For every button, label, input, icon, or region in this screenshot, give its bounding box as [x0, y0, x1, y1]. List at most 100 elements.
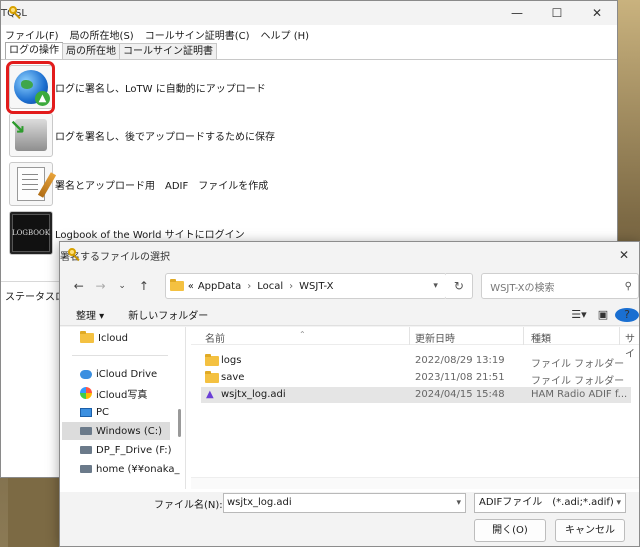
nav-item-icloud-drive[interactable]: iCloud Drive [80, 365, 157, 383]
file-row-selected[interactable]: ▲ wsjtx_log.adi 2024/04/15 15:48 HAM Rad… [201, 387, 631, 403]
nav-item-dp-f-drive[interactable]: DP_F_Drive (F:) [80, 441, 171, 459]
file-date: 2022/08/29 13:19 [415, 355, 505, 366]
red-highlight-box [6, 61, 55, 114]
menu-help[interactable]: ヘルプ (H) [261, 27, 310, 42]
dialog-title-bar: 署名するファイルの選択 ✕ [60, 242, 639, 268]
file-row[interactable]: save 2023/11/08 21:51 ファイル フォルダー [201, 370, 631, 387]
horizontal-scrollbar[interactable] [191, 477, 639, 489]
nav-item-home[interactable]: home (¥¥onaka_ [80, 460, 179, 478]
breadcrumb-prefix: « [187, 280, 194, 292]
title-bar: TQSL — ☐ ✕ [1, 1, 617, 25]
new-folder-button[interactable]: 新しいフォルダー [128, 307, 208, 322]
chevron-down-icon[interactable]: ▾ [426, 281, 446, 291]
nav-item-icloud[interactable]: Icloud [80, 329, 128, 347]
tab-station-location[interactable]: 局の所在地 [62, 43, 120, 59]
navigation-pane: Icloud iCloud Drive iCloud写真 PC Windows … [60, 327, 186, 489]
search-icon: ⚲ [624, 280, 632, 292]
organize-button[interactable]: 整理 ▾ [76, 307, 104, 322]
computer-icon [80, 407, 92, 417]
help-icon[interactable]: ? [615, 307, 639, 322]
divider [1, 281, 61, 282]
breadcrumb-local[interactable]: Local [257, 281, 283, 292]
file-date: 2023/11/08 21:51 [415, 372, 505, 383]
close-icon[interactable]: ✕ [609, 248, 639, 262]
nav-item-icloud-photos[interactable]: iCloud写真 [80, 384, 147, 402]
sign-save-button[interactable]: ↘ [9, 113, 53, 157]
address-bar[interactable]: « AppData › Local › WSJT-X ▾ [164, 273, 447, 299]
file-name: save [221, 372, 245, 383]
drive-icon [80, 446, 92, 454]
up-arrow-icon[interactable]: ↑ [133, 279, 155, 293]
menu-file[interactable]: ファイル(F) [5, 27, 59, 42]
key-icon [9, 6, 23, 20]
search-input[interactable]: WSJT-Xの検索 ⚲ [481, 273, 639, 299]
search-placeholder: WSJT-Xの検索 [490, 282, 555, 294]
navigation-bar: ← → ⌄ ↑ « AppData › Local › WSJT-X ▾ ↻ W… [60, 268, 639, 304]
open-button[interactable]: 開く(O) [474, 519, 546, 542]
file-row[interactable]: logs 2022/08/29 13:19 ファイル フォルダー [201, 353, 631, 370]
menu-station-location[interactable]: 局の所在地(S) [70, 27, 134, 42]
file-name: logs [221, 355, 242, 366]
minimize-icon[interactable]: — [497, 6, 537, 20]
cancel-button[interactable]: キャンセル [555, 519, 625, 542]
column-date[interactable]: 更新日時 [415, 330, 455, 345]
key-icon [68, 248, 82, 262]
folder-icon [169, 279, 184, 291]
lotw-login-label: Logbook of the World サイトにログイン [55, 229, 245, 241]
chevron-right-icon: › [247, 280, 252, 292]
breadcrumb-wsjtx[interactable]: WSJT-X [299, 281, 333, 292]
nav-item-windows-c[interactable]: Windows (C:) [62, 422, 170, 440]
file-name: wsjtx_log.adi [221, 389, 286, 400]
file-list: ⌃ 名前 更新日時 種類 サイ logs 2022/08/29 13:19 ファ… [191, 327, 639, 489]
edit-document-icon [17, 167, 57, 201]
column-type[interactable]: 種類 [531, 330, 551, 345]
preview-pane-icon[interactable]: ▣ [591, 308, 615, 321]
photos-icon [80, 387, 92, 399]
adif-file-icon: ▲ [206, 389, 214, 400]
dialog-body: Icloud iCloud Drive iCloud写真 PC Windows … [60, 327, 639, 492]
drive-icon [80, 427, 92, 435]
chevron-right-icon: › [289, 280, 294, 292]
close-icon[interactable]: ✕ [577, 6, 617, 20]
maximize-icon[interactable]: ☐ [537, 6, 577, 20]
menu-bar: ファイル(F) 局の所在地(S) コールサイン証明書(C) ヘルプ (H) [1, 25, 617, 43]
filename-input[interactable]: wsjtx_log.adi ▾ [223, 493, 466, 513]
column-name[interactable]: 名前 [205, 330, 225, 345]
create-adif-label: 署名とアップロード用 ADIF ファイルを作成 [55, 180, 269, 192]
network-drive-icon [80, 465, 92, 473]
chevron-down-icon[interactable]: ▾ [456, 494, 461, 512]
create-adif-button[interactable] [9, 162, 57, 206]
nav-item-pc[interactable]: PC [80, 403, 109, 421]
file-date: 2024/04/15 15:48 [415, 389, 505, 400]
sign-save-label: ログを署名し、後でアップロードするために保存 [55, 131, 275, 143]
back-arrow-icon[interactable]: ← [68, 279, 90, 293]
nav-divider [72, 355, 168, 356]
folder-icon [205, 371, 219, 383]
lotw-logo-icon: LOGBOOK [12, 214, 50, 252]
sign-upload-label: ログに署名し、LoTW に自動的にアップロード [55, 83, 266, 95]
breadcrumb-appdata[interactable]: AppData [198, 281, 241, 292]
chevron-down-icon[interactable]: ▾ [616, 494, 621, 512]
view-options-icon[interactable]: ☰▾ [567, 308, 591, 321]
file-select-dialog: 署名するファイルの選択 ✕ ← → ⌄ ↑ « AppData › Local … [59, 241, 640, 547]
forward-arrow-icon[interactable]: → [90, 279, 112, 293]
tab-log-operations[interactable]: ログの操作 [5, 42, 63, 59]
sign-save-action[interactable]: ↘ ログを署名し、後でアップロードするために保存 [9, 113, 275, 157]
column-header: ⌃ 名前 更新日時 種類 サイ [191, 327, 639, 360]
file-type-filter[interactable]: ADIFファイル (*.adi;*.adif) ▾ [474, 493, 626, 513]
recent-chevron-icon[interactable]: ⌄ [111, 281, 133, 291]
sort-caret-icon: ⌃ [299, 330, 306, 339]
folder-icon [80, 331, 94, 343]
folder-icon [205, 354, 219, 366]
scrollbar[interactable] [178, 409, 181, 437]
file-type: HAM Radio ADIF f... [531, 389, 628, 400]
tab-bar: ログの操作 局の所在地 コールサイン証明書 [1, 42, 617, 60]
cloud-icon [80, 369, 92, 379]
save-disk-icon: ↘ [9, 115, 47, 151]
create-adif-action[interactable]: 署名とアップロード用 ADIF ファイルを作成 [9, 162, 268, 206]
menu-callsign-certificate[interactable]: コールサイン証明書(C) [145, 27, 250, 42]
tab-callsign-certificates[interactable]: コールサイン証明書 [119, 43, 217, 59]
lotw-login-button[interactable]: LOGBOOK [9, 211, 53, 255]
refresh-icon[interactable]: ↻ [445, 273, 474, 299]
filename-label: ファイル名(N): [154, 500, 223, 511]
